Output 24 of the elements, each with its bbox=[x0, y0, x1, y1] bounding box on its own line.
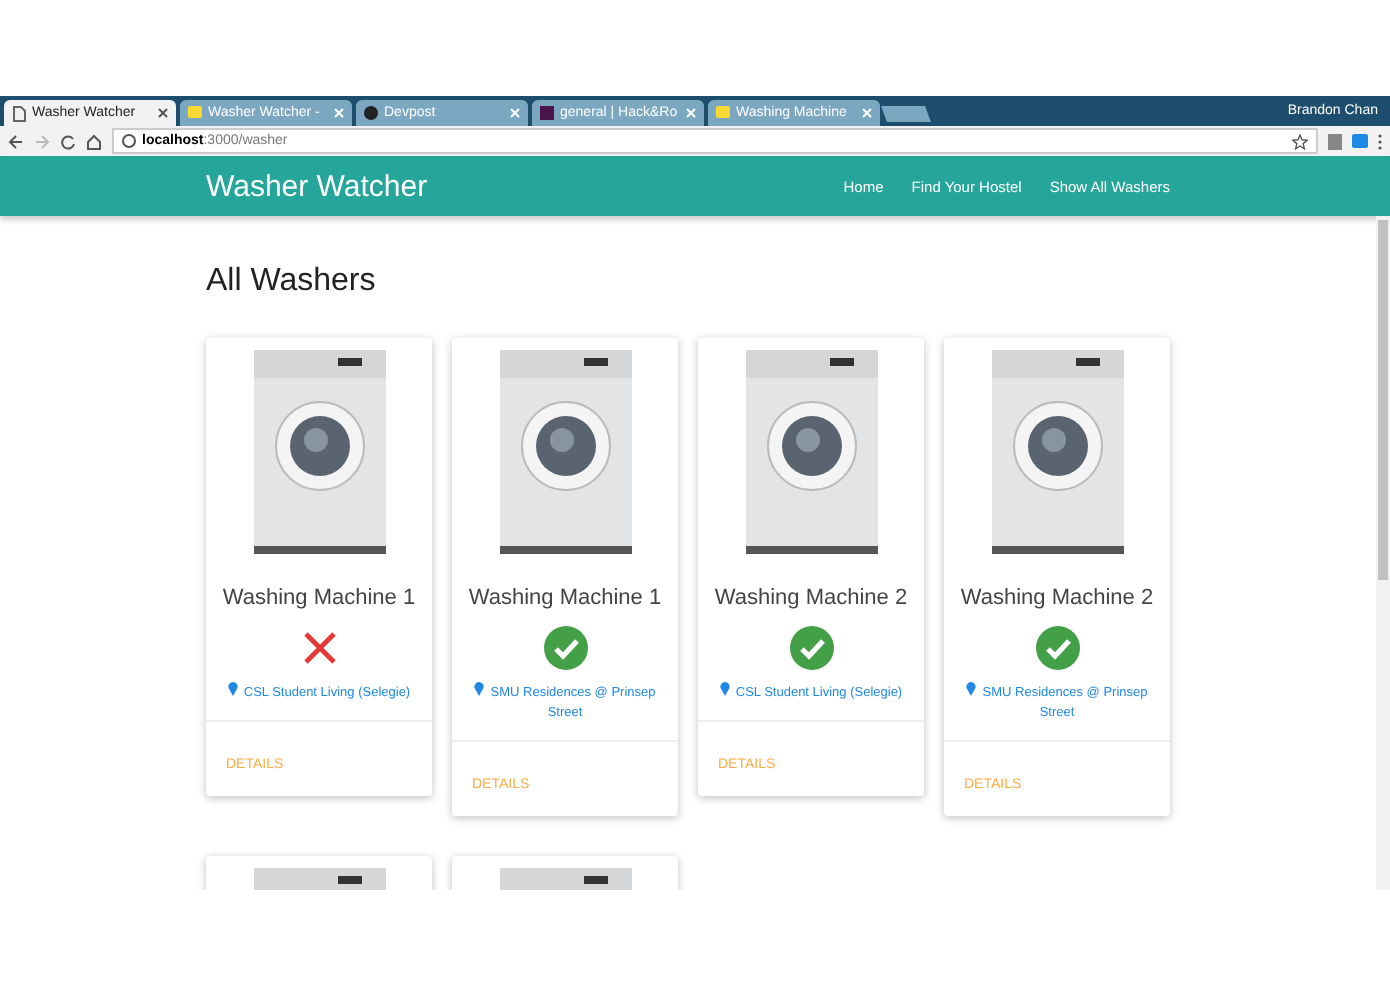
home-icon[interactable] bbox=[86, 133, 102, 149]
round-logo-icon bbox=[364, 106, 378, 120]
washer-name: Washing Machine 2 bbox=[960, 586, 1154, 610]
close-icon[interactable] bbox=[158, 108, 168, 118]
site-title[interactable]: Washer Watcher bbox=[206, 169, 428, 203]
forward-icon[interactable] bbox=[34, 133, 50, 149]
chat-icon bbox=[188, 106, 202, 120]
washer-name: Washing Machine 1 bbox=[222, 586, 416, 610]
map-pin-icon bbox=[719, 682, 730, 696]
washer-name: Washing Machine 1 bbox=[468, 586, 662, 610]
map-pin-icon bbox=[227, 682, 238, 696]
square-logo-icon bbox=[540, 106, 554, 120]
scrollbar[interactable] bbox=[1376, 216, 1390, 890]
new-tab-button[interactable] bbox=[881, 106, 931, 122]
washer-name: Washing Machine 2 bbox=[714, 586, 908, 610]
chat-icon bbox=[716, 106, 730, 120]
page-icon bbox=[12, 105, 26, 121]
page-heading: All Washers bbox=[206, 264, 378, 300]
reload-icon[interactable] bbox=[60, 133, 76, 149]
info-icon bbox=[122, 134, 136, 148]
map-pin-icon bbox=[966, 682, 977, 696]
back-icon[interactable] bbox=[8, 133, 24, 149]
map-pin-icon bbox=[474, 682, 485, 696]
star-icon[interactable] bbox=[1292, 133, 1308, 149]
